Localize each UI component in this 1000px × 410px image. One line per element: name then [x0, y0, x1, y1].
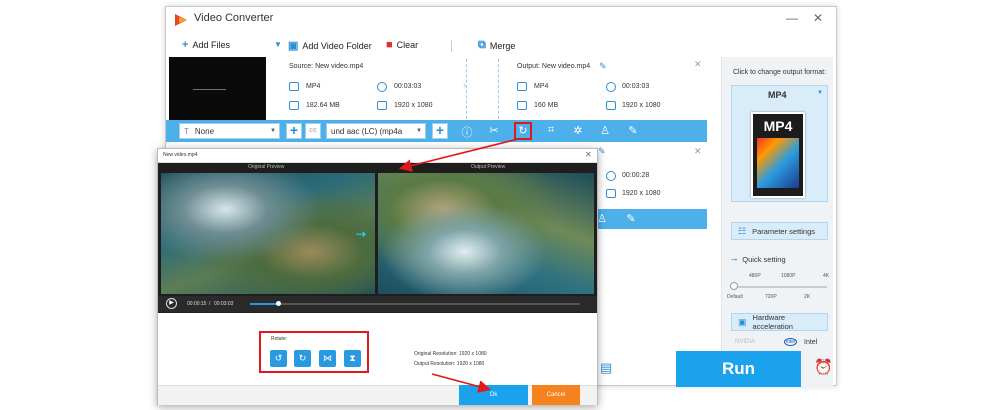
annotation-arrows	[398, 138, 519, 393]
arrow-to-preview	[398, 138, 519, 172]
arrow-to-ok	[431, 373, 492, 393]
